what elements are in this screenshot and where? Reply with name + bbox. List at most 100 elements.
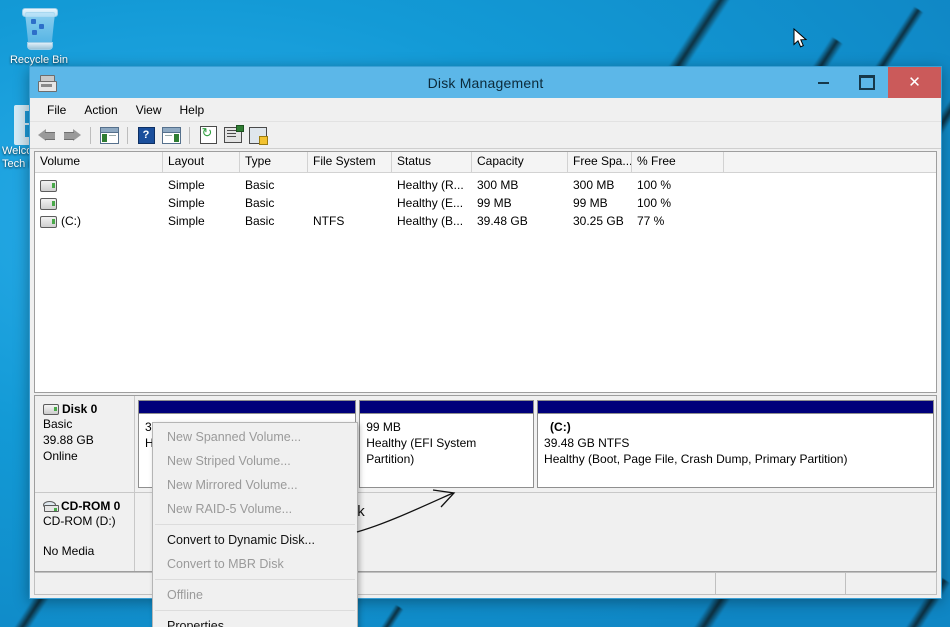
- show-hide-console-tree-icon: [161, 126, 181, 144]
- properties-icon: [224, 125, 244, 143]
- up-one-level-button[interactable]: [98, 124, 120, 146]
- table-row[interactable]: (C:) Simple Basic NTFS Healthy (B... 39.…: [35, 212, 936, 230]
- status-cell-main: [35, 573, 716, 594]
- cell-percent-free: 77 %: [637, 214, 665, 228]
- menu-separator: [155, 610, 355, 611]
- menu-item-convert-to-dynamic-disk[interactable]: Convert to Dynamic Disk...: [153, 528, 357, 552]
- cdrom-state: No Media: [43, 544, 95, 558]
- column-header-volume[interactable]: Volume: [35, 152, 163, 172]
- menu-item-offline[interactable]: Offline: [153, 583, 357, 607]
- show-hide-tree-button[interactable]: [160, 124, 182, 146]
- column-header-capacity[interactable]: Capacity: [472, 152, 568, 172]
- cell-capacity: 39.48 GB: [477, 214, 528, 228]
- forward-button[interactable]: [61, 124, 83, 146]
- menu-action[interactable]: Action: [75, 100, 126, 120]
- partition-status: Healthy (Boot, Page File, Crash Dump, Pr…: [544, 452, 848, 466]
- cell-volume: [35, 196, 163, 210]
- cell-volume: (C:): [35, 214, 163, 228]
- back-button[interactable]: [36, 124, 58, 146]
- toolbar-separator: [90, 126, 91, 144]
- column-header-status[interactable]: Status: [392, 152, 472, 172]
- disk-title: CD-ROM 0: [43, 499, 128, 513]
- cdrom-letter: CD-ROM (D:): [43, 514, 116, 528]
- partition-color-bar: [538, 401, 933, 414]
- cell-type: Basic: [245, 214, 275, 228]
- column-header-type[interactable]: Type: [240, 152, 308, 172]
- menu-item-properties[interactable]: Properties: [153, 614, 357, 627]
- back-arrow-icon: [38, 128, 56, 142]
- cell-free-space: 30.25 GB: [573, 214, 624, 228]
- cell-status: Healthy (E...: [397, 196, 464, 210]
- partition-label: (C:): [550, 420, 571, 434]
- menu-view[interactable]: View: [127, 100, 171, 120]
- toolbar-separator: [189, 126, 190, 144]
- title-bar[interactable]: Disk Management ✕: [30, 67, 941, 98]
- refresh-button[interactable]: [197, 124, 219, 146]
- partition-status: Healthy (EFI System Partition): [366, 436, 477, 466]
- partition-size: 39.48 GB NTFS: [544, 436, 630, 450]
- volume-list-pane[interactable]: Volume Layout Type File System Status Ca…: [34, 151, 937, 393]
- status-cell-3: [846, 573, 936, 594]
- cell-status: Healthy (B...: [397, 214, 464, 228]
- mouse-cursor: [793, 28, 808, 48]
- menu-separator: [155, 524, 355, 525]
- table-row[interactable]: Simple Basic Healthy (E... 99 MB 99 MB 1…: [35, 194, 936, 212]
- menu-item-new-striped-volume[interactable]: New Striped Volume...: [153, 449, 357, 473]
- rescan-disks-button[interactable]: [247, 124, 269, 146]
- menu-file[interactable]: File: [38, 100, 75, 120]
- refresh-icon: [199, 125, 217, 144]
- context-menu[interactable]: New Spanned Volume... New Striped Volume…: [152, 422, 358, 627]
- cell-layout: Simple: [168, 214, 205, 228]
- disk-info-cdrom0[interactable]: CD-ROM 0 CD-ROM (D:) No Media: [35, 493, 135, 571]
- cell-percent-free: 100 %: [637, 178, 672, 192]
- menu-item-new-mirrored-volume[interactable]: New Mirrored Volume...: [153, 473, 357, 497]
- help-button[interactable]: ?: [135, 124, 157, 146]
- cell-percent-free: 100 %: [637, 196, 672, 210]
- disk-title: Disk 0: [43, 402, 128, 416]
- rescan-disks-icon: [249, 126, 268, 145]
- cell-free-space: 99 MB: [573, 196, 608, 210]
- cdrom-icon: [43, 500, 59, 512]
- table-row[interactable]: Simple Basic Healthy (R... 300 MB 300 MB…: [35, 176, 936, 194]
- column-header-free-space[interactable]: Free Spa...: [568, 152, 632, 172]
- up-one-level-icon: [99, 126, 119, 144]
- cell-free-space: 300 MB: [573, 178, 615, 192]
- menu-item-new-raid5-volume[interactable]: New RAID-5 Volume...: [153, 497, 357, 521]
- partition-color-bar: [360, 401, 534, 414]
- volume-icon: [40, 197, 57, 210]
- menu-item-convert-to-mbr-disk[interactable]: Convert to MBR Disk: [153, 552, 357, 576]
- partition-size: 99 MB: [366, 420, 401, 434]
- menu-help[interactable]: Help: [171, 100, 214, 120]
- column-header-blank[interactable]: [724, 152, 936, 172]
- forward-arrow-icon: [63, 128, 81, 142]
- cell-layout: Simple: [168, 178, 205, 192]
- disk-name: CD-ROM 0: [61, 499, 121, 513]
- menu-bar: File Action View Help: [30, 98, 941, 122]
- column-header-percent-free[interactable]: % Free: [632, 152, 724, 172]
- desktop-icon-recycle-bin[interactable]: Recycle Bin: [2, 6, 76, 67]
- cell-volume-text: (C:): [61, 214, 81, 228]
- cell-volume: [35, 178, 163, 192]
- disk-state: Online: [43, 449, 78, 463]
- partition-body: (C:) 39.48 GB NTFS Healthy (Boot, Page F…: [538, 414, 933, 487]
- toolbar: ?: [30, 122, 941, 149]
- cell-capacity: 99 MB: [477, 196, 512, 210]
- column-header-file-system[interactable]: File System: [308, 152, 392, 172]
- cell-status: Healthy (R...: [397, 178, 464, 192]
- cell-file-system: NTFS: [313, 214, 345, 228]
- cell-capacity: 300 MB: [477, 178, 519, 192]
- disk-name: Disk 0: [62, 402, 98, 416]
- status-cell-2: [716, 573, 846, 594]
- menu-separator: [155, 579, 355, 580]
- disk-icon: [43, 403, 59, 415]
- disk-info-disk0[interactable]: Disk 0 Basic 39.88 GB Online: [35, 396, 135, 492]
- column-header-layout[interactable]: Layout: [163, 152, 240, 172]
- partition-color-bar: [139, 401, 356, 414]
- cell-type: Basic: [245, 178, 275, 192]
- window-title: Disk Management: [427, 74, 544, 91]
- volume-list-header: Volume Layout Type File System Status Ca…: [35, 152, 936, 173]
- menu-item-new-spanned-volume[interactable]: New Spanned Volume...: [153, 425, 357, 449]
- partition-c[interactable]: (C:) 39.48 GB NTFS Healthy (Boot, Page F…: [537, 400, 934, 488]
- properties-button[interactable]: [222, 124, 244, 146]
- partition-efi[interactable]: 99 MB Healthy (EFI System Partition): [359, 400, 535, 488]
